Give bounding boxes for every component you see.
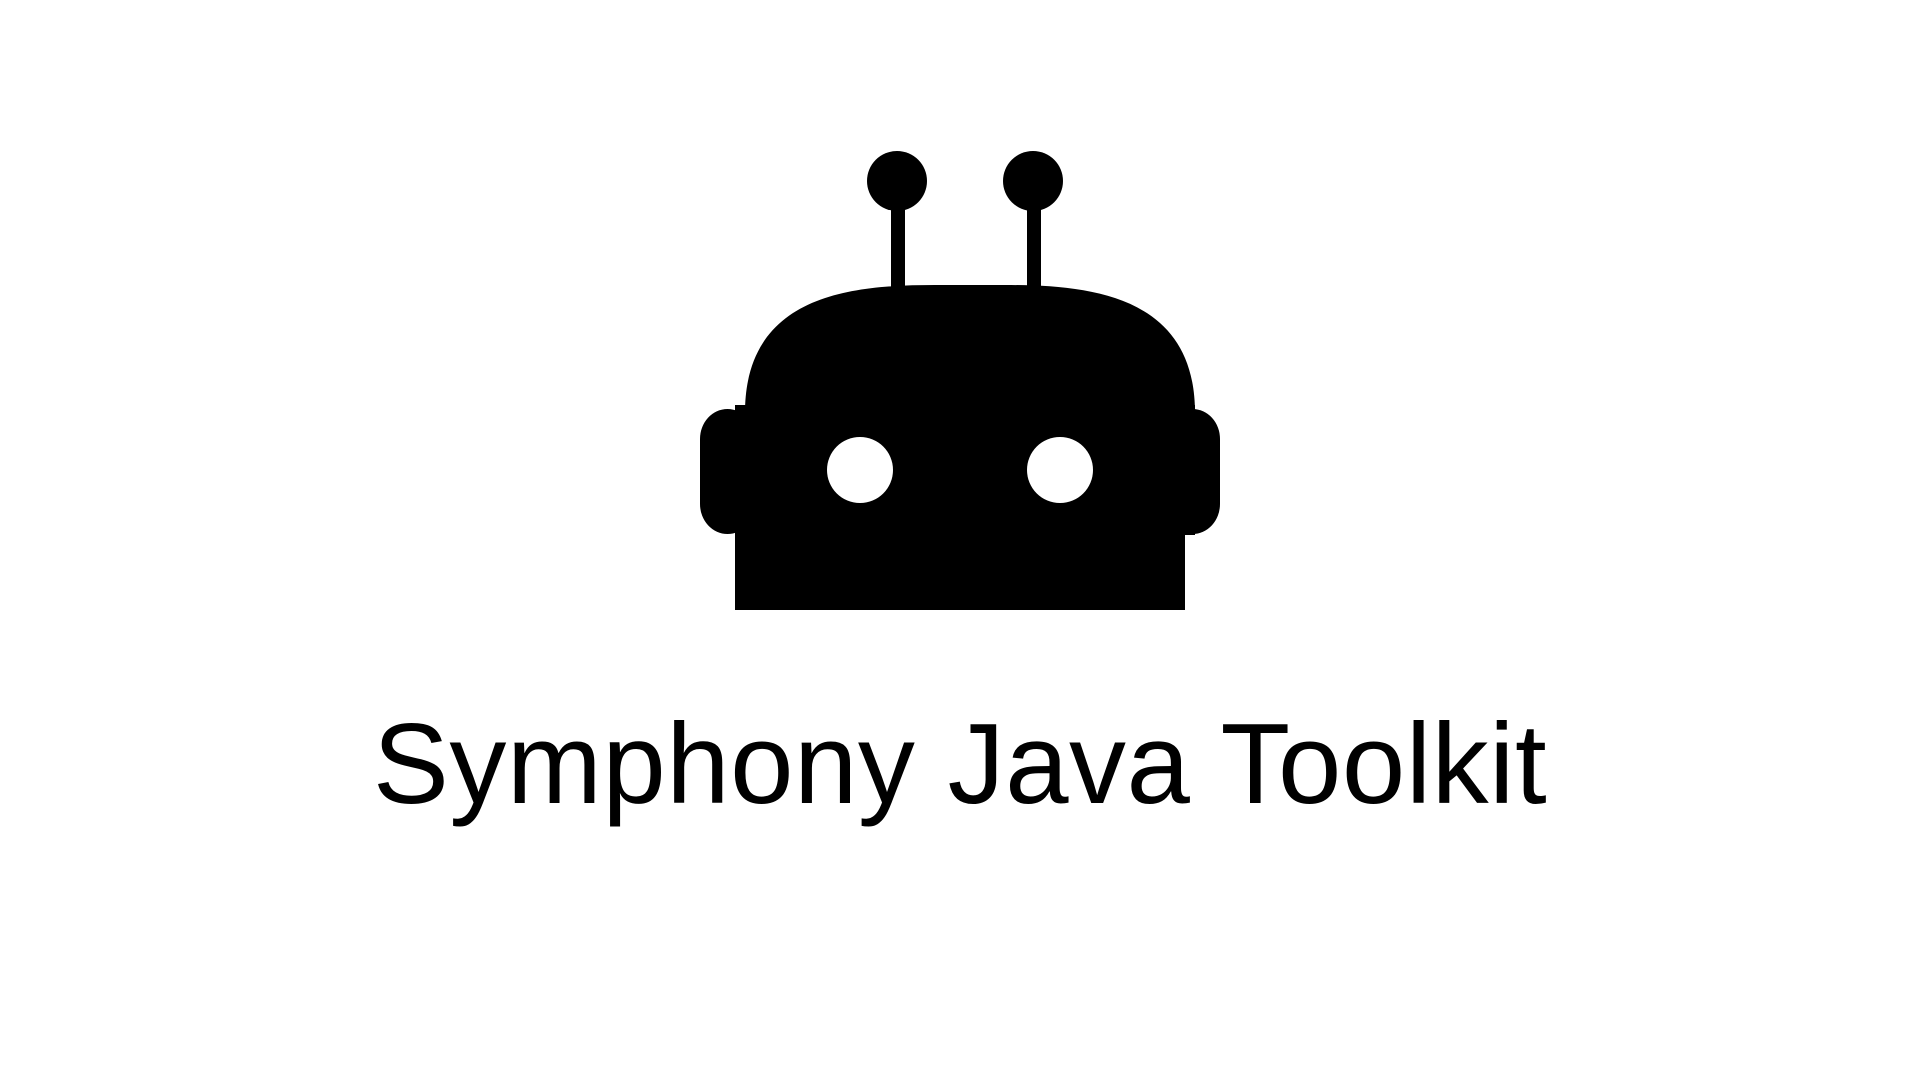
robot-head-icon: [700, 151, 1220, 610]
robot-head-base: [735, 405, 1195, 610]
splash-screen: Symphony Java Toolkit: [0, 0, 1920, 1080]
left-eye: [827, 437, 893, 503]
right-eye: [1027, 437, 1093, 503]
left-ear: [700, 409, 755, 534]
right-ear: [1165, 409, 1220, 534]
app-title: Symphony Java Toolkit: [372, 701, 1548, 828]
robot-logo: [700, 145, 1220, 610]
